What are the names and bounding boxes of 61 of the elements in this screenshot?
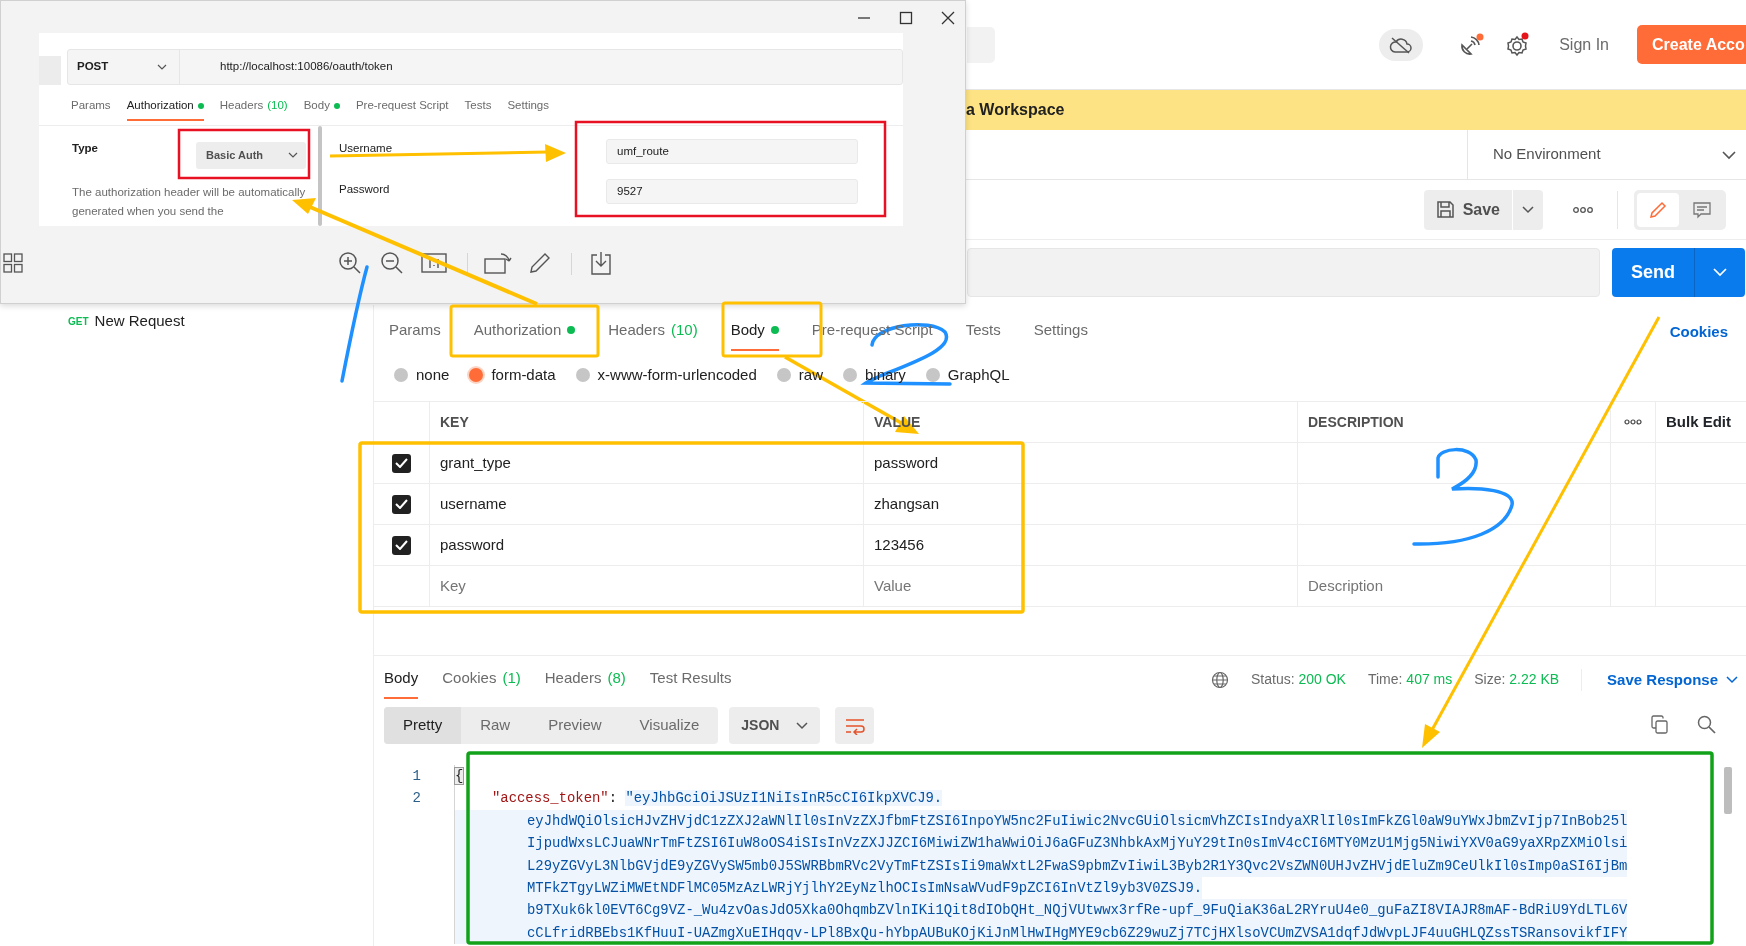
input-field[interactable]: Description	[1308, 574, 1595, 598]
tab[interactable]: Body	[303, 97, 340, 122]
input-field[interactable]: Key	[440, 574, 842, 598]
url-text: http://localhost:10086/oauth/token	[220, 59, 393, 75]
format-dropdown[interactable]: JSON	[729, 707, 821, 744]
cookies-link[interactable]: Cookies	[1669, 320, 1728, 351]
tab[interactable]: Params	[71, 97, 111, 122]
tab[interactable]: Tests	[464, 97, 492, 122]
tab[interactable]: Headers (10)	[608, 318, 698, 351]
banner-text: a Workspace	[966, 100, 1065, 120]
input-field: 9527	[606, 179, 858, 204]
tab[interactable]: Body	[384, 666, 419, 699]
tab[interactable]: Settings	[1033, 318, 1088, 351]
tab[interactable]: Headers (8)	[544, 666, 626, 699]
input-field: umf_route	[606, 139, 858, 164]
tab[interactable]: Headers (10)	[219, 97, 288, 122]
view-mode-tab[interactable]: Preview	[529, 707, 621, 744]
view-mode-tab[interactable]: Raw	[461, 707, 530, 744]
save-button[interactable]: Save	[1423, 189, 1512, 230]
response-stat: Time: 407 ms	[1367, 670, 1453, 690]
view-mode-tab[interactable]: Visualize	[620, 707, 719, 744]
line-number: 1	[411, 766, 422, 786]
url-field: POST http://localhost:10086/oauth/token	[67, 49, 903, 85]
tab[interactable]: Cookies (1)	[442, 666, 521, 699]
table-cell-text: 123456	[874, 534, 925, 555]
code-line: {	[454, 765, 464, 788]
description-text: The authorization header will be automatically generated when you send the	[72, 185, 307, 219]
field-label: Username	[339, 141, 393, 156]
tab[interactable]: Authorization	[126, 97, 204, 122]
sidebar-item[interactable]: GET New Request	[68, 310, 373, 333]
radio-option[interactable]: form-data	[469, 363, 556, 387]
input-field[interactable]: Value	[874, 574, 1276, 598]
tab[interactable]: Authorization	[473, 318, 576, 351]
column-header: DESCRIPTION	[1308, 412, 1404, 432]
environment-dropdown[interactable]: No Environment	[1467, 130, 1746, 179]
tab[interactable]: Tests	[965, 318, 1001, 351]
radio-option[interactable]: x-www-form-urlencoded	[575, 363, 757, 387]
response-stat: Status: 200 OK	[1251, 670, 1346, 690]
line-number: 2	[411, 789, 422, 809]
table-cell-text: username	[440, 493, 507, 514]
table-cell-text: password	[874, 452, 939, 473]
sign-in-button[interactable]: Sign In	[1559, 32, 1609, 57]
table-cell-text: grant_type	[440, 452, 511, 473]
column-header: KEY	[440, 412, 469, 432]
tab[interactable]: Settings	[507, 97, 549, 122]
table-cell-text: zhangsan	[874, 493, 940, 514]
radio-option[interactable]: GraphQL	[925, 363, 1010, 387]
save-response-button[interactable]: Save Response	[1581, 668, 1746, 691]
response-stat: Size: 2.22 KB	[1474, 670, 1560, 690]
tab[interactable]: Params	[389, 318, 441, 351]
tab[interactable]: Test Results	[649, 666, 732, 699]
radio-option[interactable]: none	[394, 363, 450, 387]
tab[interactable]: Body	[730, 318, 779, 351]
send-button[interactable]: Send	[1612, 248, 1745, 297]
tab[interactable]: Pre-request Script	[355, 97, 449, 122]
type-label: Type	[72, 141, 98, 156]
bulk-edit-button[interactable]: Bulk Edit	[1666, 410, 1731, 434]
table-cell-text: password	[440, 534, 505, 555]
code-line: "access_token": "eyJhbGciOiJSUzI1NiIsInR5cCI6IkpXVCJ9.	[454, 787, 943, 810]
field-label: Password	[339, 182, 390, 197]
view-mode-tab[interactable]: Pretty	[384, 707, 462, 744]
